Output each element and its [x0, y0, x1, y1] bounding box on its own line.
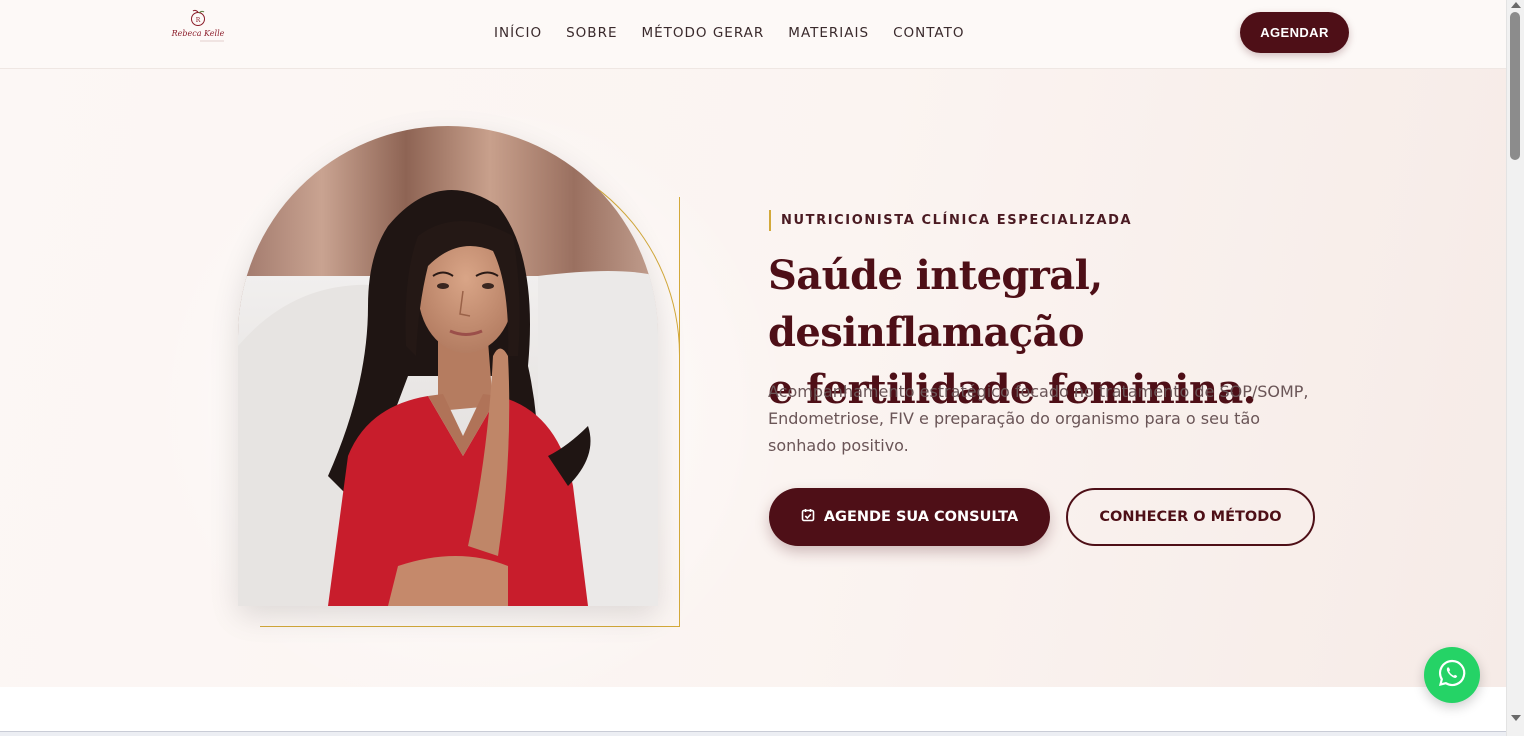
- agende-consulta-button[interactable]: AGENDE SUA CONSULTA: [769, 488, 1050, 546]
- whatsapp-icon: [1437, 658, 1467, 693]
- hero-eyebrow: NUTRICIONISTA CLÍNICA ESPECIALIZADA: [769, 210, 1132, 231]
- nav-item-sobre[interactable]: SOBRE: [566, 24, 617, 42]
- nav-item-contato[interactable]: CONTATO: [893, 24, 964, 42]
- hero-section: NUTRICIONISTA CLÍNICA ESPECIALIZADA Saúd…: [0, 69, 1506, 687]
- nav-item-metodo-gerar[interactable]: MÉTODO GERAR: [641, 24, 764, 42]
- brand-logo[interactable]: R Rebeca Kelle: [170, 9, 226, 45]
- nav-item-inicio[interactable]: INÍCIO: [494, 24, 542, 42]
- whatsapp-float-button[interactable]: [1424, 647, 1480, 703]
- conhecer-metodo-button[interactable]: CONHECER O MÉTODO: [1066, 488, 1315, 546]
- agende-consulta-label: AGENDE SUA CONSULTA: [823, 509, 1019, 525]
- site-header: R Rebeca Kelle INÍCIO SOBRE MÉTODO GERAR…: [0, 0, 1506, 69]
- logo-text: Rebeca Kelle: [171, 29, 225, 38]
- main-nav: INÍCIO SOBRE MÉTODO GERAR MATERIAIS CONT…: [494, 24, 964, 42]
- scroll-thumb[interactable]: [1510, 12, 1520, 160]
- scroll-down-arrow-icon[interactable]: [1511, 715, 1521, 721]
- hero-lead: Acompanhamento estratégico focado no tra…: [768, 382, 1309, 455]
- page-bottom-edge: [0, 731, 1506, 736]
- calendar-check-icon: [801, 508, 815, 526]
- hero-headline-line-1: Saúde integral, desinflamação: [768, 252, 1103, 356]
- scroll-up-arrow-icon[interactable]: [1511, 2, 1521, 8]
- nav-item-materiais[interactable]: MATERIAIS: [788, 24, 869, 42]
- portrait-photo: [238, 126, 658, 606]
- header-agendar-button[interactable]: AGENDAR: [1240, 12, 1349, 53]
- svg-text:R: R: [196, 17, 201, 24]
- vertical-scrollbar[interactable]: [1506, 0, 1524, 736]
